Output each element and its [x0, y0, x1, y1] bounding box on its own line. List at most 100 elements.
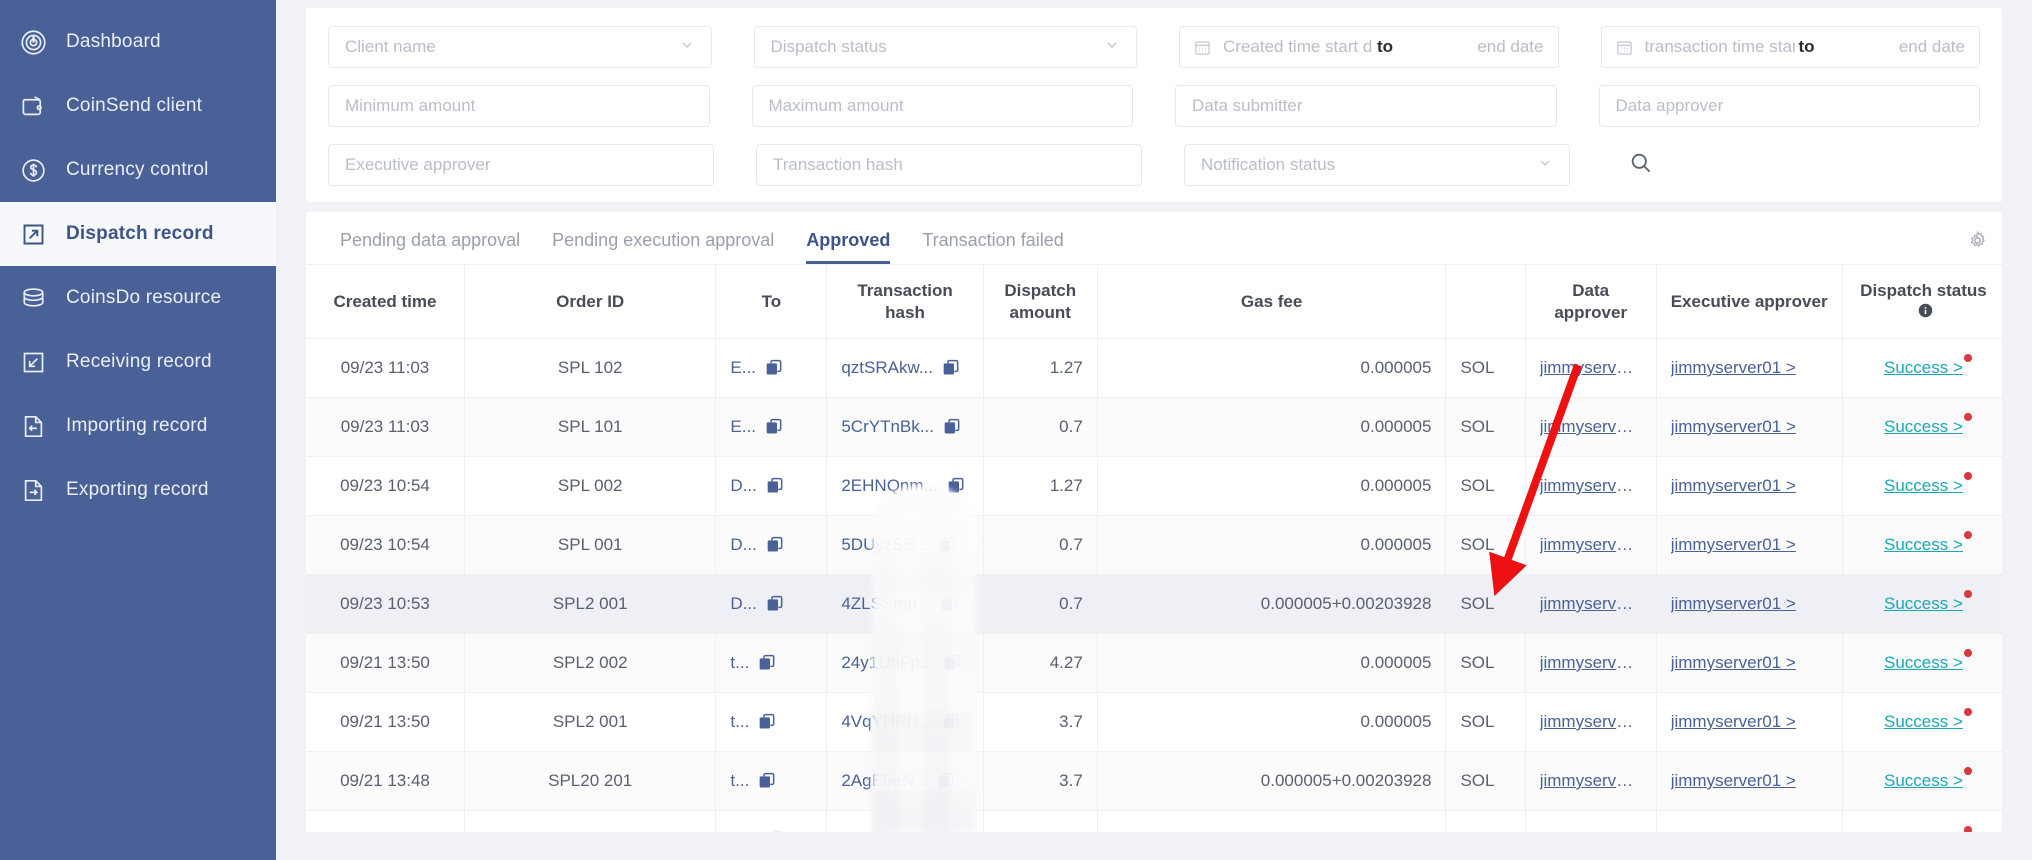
col-created-time[interactable]: Created time: [306, 264, 465, 339]
search-button[interactable]: [1612, 144, 1980, 186]
copy-icon[interactable]: [942, 417, 962, 437]
copy-icon[interactable]: [942, 653, 962, 673]
maximum-amount-input[interactable]: Maximum amount: [751, 85, 1133, 127]
sidebar-item-dispatch-record[interactable]: Dispatch record: [0, 202, 276, 266]
transaction-hash-link[interactable]: qztSRAkw...: [841, 358, 933, 378]
dispatch-status-select[interactable]: Dispatch status: [753, 26, 1137, 68]
copy-icon[interactable]: [939, 594, 959, 614]
to-address-link[interactable]: E...: [730, 358, 756, 378]
copy-icon[interactable]: [937, 535, 957, 555]
data-approver-link[interactable]: jimmyserver01 >...: [1540, 417, 1642, 437]
data-approver-link[interactable]: jimmyserver01 >...: [1540, 653, 1642, 673]
copy-icon[interactable]: [934, 830, 954, 832]
executive-approver-link[interactable]: jimmyserver01 >: [1671, 653, 1828, 673]
data-approver-link[interactable]: jimmyserver01 >...: [1540, 594, 1642, 614]
executive-approver-link[interactable]: jimmyserver01 >: [1671, 535, 1828, 555]
copy-icon[interactable]: [757, 653, 777, 673]
created-time-range-picker[interactable]: Created time start date to end date: [1179, 26, 1559, 68]
col-order-id[interactable]: Order ID: [464, 264, 717, 339]
col-executive-approver[interactable]: Executive approver: [1656, 264, 1843, 339]
transaction-hash-link[interactable]: 5DUyzSB...: [841, 535, 929, 555]
table-row[interactable]: 09/23 10:54 SPL 001 D... 5DUyzSB... 0.7 0.000…: [306, 515, 2002, 575]
table-row[interactable]: 09/23 11:03 SPL 102 E... qztSRAkw... 1.27 0.0…: [306, 338, 2002, 398]
dispatch-status-link[interactable]: Success >: [1884, 531, 1972, 555]
transaction-hash-input[interactable]: Transaction hash: [756, 144, 1142, 186]
dispatch-status-link[interactable]: Success >: [1884, 590, 1972, 614]
to-address-link[interactable]: E...: [730, 417, 756, 437]
transaction-hash-link[interactable]: 4ZLSSmp...: [841, 594, 931, 614]
dispatch-status-link[interactable]: Success >: [1884, 413, 1972, 437]
col-gas-fee[interactable]: Gas fee: [1097, 264, 1447, 339]
table-row[interactable]: 09/21 13:48 SPL20 201 t... 2AgE5eN... 3.7 0.0…: [306, 751, 2002, 811]
data-approver-link[interactable]: jimmyserver01 >...: [1540, 771, 1642, 791]
data-approver-link[interactable]: jimmyserver01 >...: [1540, 535, 1642, 555]
transaction-hash-link[interactable]: 4VqYHPN...: [841, 712, 933, 732]
copy-icon[interactable]: [757, 712, 777, 732]
table-row[interactable]: 09/23 10:54 SPL 002 D... 2EHNQnm... 1.27 0.00…: [306, 456, 2002, 516]
table-row[interactable]: 09/21 13:50 SPL2 002 t... 24y1UnFp... 4.27 0.…: [306, 633, 2002, 693]
gear-icon[interactable]: [1967, 230, 1988, 256]
transaction-hash-link[interactable]: 2EHNQnm...: [841, 476, 937, 496]
executive-approver-link[interactable]: jimmyserver01 >: [1671, 417, 1828, 437]
executive-approver-link[interactable]: jimmyserver01 >: [1671, 358, 1828, 378]
copy-icon[interactable]: [765, 594, 785, 614]
data-approver-link[interactable]: jimmyserver01 >...: [1540, 712, 1642, 732]
copy-icon[interactable]: [757, 771, 777, 791]
to-address-link[interactable]: t...: [730, 653, 749, 673]
copy-icon[interactable]: [941, 712, 961, 732]
table-row[interactable]: 09/21 13:24SPL2 902 6j... 3Lr6qaJu... 110.0…: [306, 810, 2002, 832]
to-address-link[interactable]: D...: [730, 594, 756, 614]
copy-icon[interactable]: [765, 535, 785, 555]
copy-icon[interactable]: [764, 417, 784, 437]
sidebar-item-receiving-record[interactable]: Receiving record: [0, 330, 276, 394]
tab-pending-data-approval[interactable]: Pending data approval: [324, 230, 536, 264]
transaction-hash-link[interactable]: 2AgE5eN...: [841, 771, 928, 791]
table-row[interactable]: 09/23 10:53 SPL2 001 D... 4ZLSSmp... 0.7 0.00…: [306, 574, 2002, 634]
transaction-time-range-picker[interactable]: transaction time start date to end date: [1600, 26, 1980, 68]
to-address-link[interactable]: t...: [730, 771, 749, 791]
tab-pending-execution-approval[interactable]: Pending execution approval: [536, 230, 790, 264]
sidebar-item-importing-record[interactable]: Importing record: [0, 394, 276, 458]
sidebar-item-exporting-record[interactable]: Exporting record: [0, 458, 276, 522]
copy-icon[interactable]: [765, 476, 785, 496]
dispatch-status-link[interactable]: Success >: [1884, 472, 1972, 496]
to-address-link[interactable]: 6j...: [730, 830, 757, 832]
executive-approver-link[interactable]: jimmyserver01 >: [1671, 830, 1828, 832]
sidebar-item-currency-control[interactable]: Currency control: [0, 138, 276, 202]
table-scroll-area[interactable]: Created time Order ID To Transaction has…: [306, 264, 2002, 832]
dispatch-status-link[interactable]: Success >: [1884, 767, 1972, 791]
copy-icon[interactable]: [941, 358, 961, 378]
minimum-amount-input[interactable]: Minimum amount: [328, 85, 710, 127]
tab-transaction-failed[interactable]: Transaction failed: [906, 230, 1079, 264]
executive-approver-link[interactable]: jimmyserver01 >: [1671, 594, 1828, 614]
to-address-link[interactable]: t...: [730, 712, 749, 732]
dispatch-status-link[interactable]: Success >: [1884, 354, 1972, 378]
sidebar-item-coinsend-client[interactable]: CoinSend client: [0, 74, 276, 138]
data-approver-input[interactable]: Data approver: [1598, 85, 1980, 127]
sidebar-item-dashboard[interactable]: Dashboard: [0, 10, 276, 74]
copy-icon[interactable]: [936, 771, 956, 791]
info-icon[interactable]: [1918, 302, 1933, 323]
data-approver-link[interactable]: jimmyserver01 >...: [1540, 476, 1642, 496]
tab-approved[interactable]: Approved: [790, 230, 906, 264]
transaction-hash-link[interactable]: 3Lr6qaJu...: [841, 830, 926, 832]
copy-icon[interactable]: [946, 476, 966, 496]
executive-approver-input[interactable]: Executive approver: [328, 144, 714, 186]
col-dispatch-status[interactable]: Dispatch status: [1842, 264, 2002, 339]
col-transaction-hash[interactable]: Transaction hash: [826, 264, 984, 339]
col-dispatch-amount[interactable]: Dispatch amount: [983, 264, 1098, 339]
executive-approver-link[interactable]: jimmyserver01 >: [1671, 476, 1828, 496]
data-approver-link[interactable]: jimmyserver01 >...: [1540, 358, 1642, 378]
col-to[interactable]: To: [715, 264, 828, 339]
sidebar-item-coinsdo-resource[interactable]: CoinsDo resource: [0, 266, 276, 330]
data-approver-link[interactable]: jimmyserver01 >...: [1540, 830, 1642, 832]
table-row[interactable]: 09/23 11:03 SPL 101 E... 5CrYTnBk... 0.7 0.00…: [306, 397, 2002, 457]
dispatch-status-link[interactable]: Success >: [1884, 708, 1972, 732]
executive-approver-link[interactable]: jimmyserver01 >: [1671, 712, 1828, 732]
data-submitter-input[interactable]: Data submitter: [1175, 85, 1557, 127]
to-address-link[interactable]: D...: [730, 476, 756, 496]
notification-status-select[interactable]: Notification status: [1184, 144, 1570, 186]
dispatch-status-link[interactable]: Success >: [1884, 826, 1972, 832]
dispatch-status-link[interactable]: Success >: [1884, 649, 1972, 673]
copy-icon[interactable]: [766, 830, 786, 832]
